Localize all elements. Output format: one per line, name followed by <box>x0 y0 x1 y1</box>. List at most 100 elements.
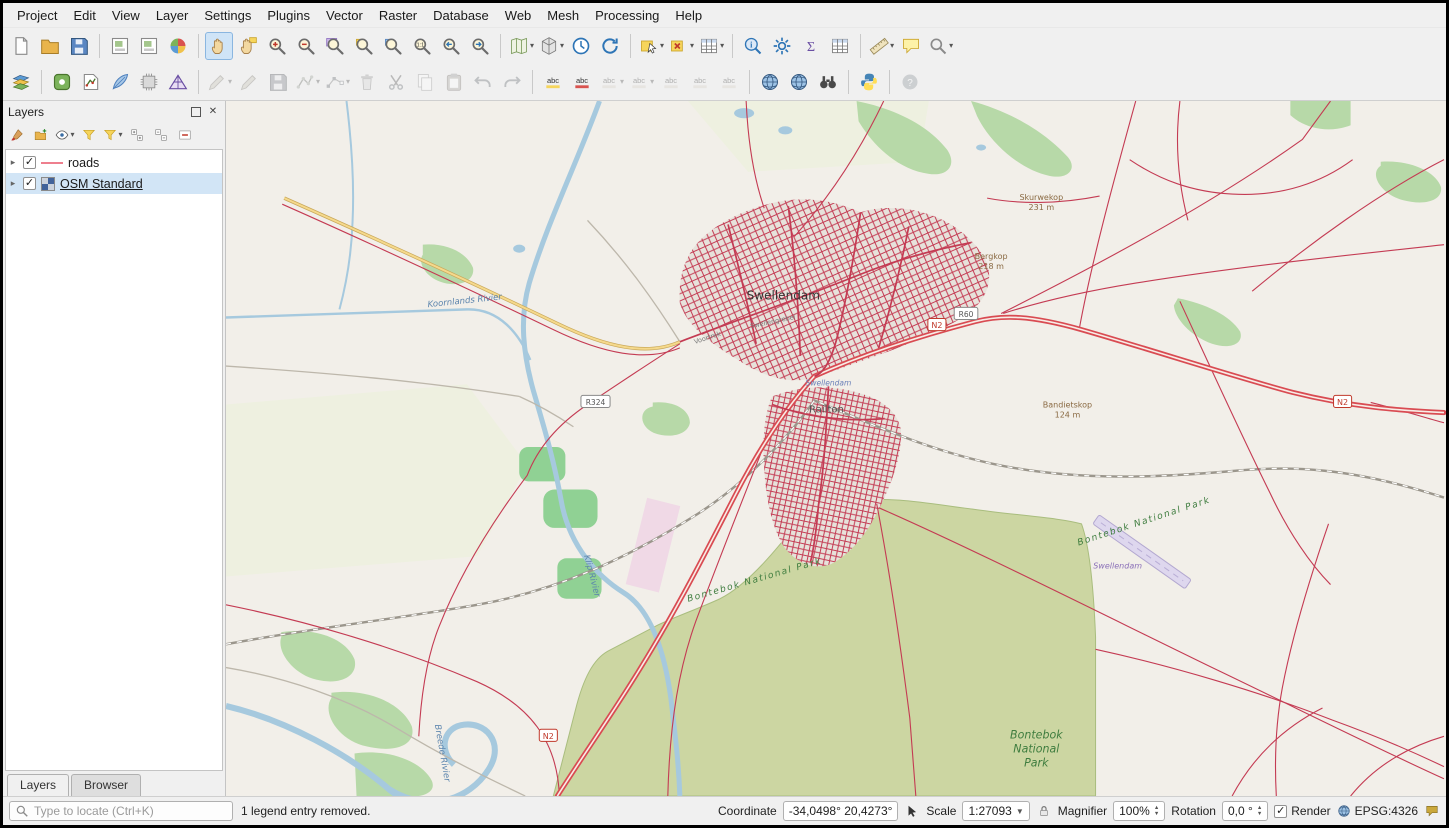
scale-combobox[interactable]: 1:27093 ▼ <box>962 801 1029 821</box>
open-layer-styling-panel-button[interactable] <box>5 123 29 147</box>
layer-visibility-checkbox[interactable]: ✓ <box>23 177 36 190</box>
expand-all-button[interactable] <box>125 123 149 147</box>
zoom-full-button[interactable] <box>321 32 349 60</box>
panel-close-button[interactable]: ✕ <box>206 105 220 119</box>
render-checkbox[interactable]: ✓ Render <box>1274 804 1330 818</box>
spinner-arrows-icon[interactable]: ▲▼ <box>1257 805 1262 817</box>
crs-indicator[interactable]: EPSG:4326 <box>1337 804 1418 818</box>
dropdown-arrow-icon[interactable]: ▾ <box>690 42 694 50</box>
coordinate-input[interactable]: -34,0498° 20,4273° <box>783 801 899 821</box>
python-console-button[interactable] <box>855 68 883 96</box>
lock-scale-button[interactable] <box>1036 803 1052 819</box>
menu-help[interactable]: Help <box>667 6 710 25</box>
dropdown-arrow-icon[interactable]: ▾ <box>530 42 534 50</box>
map-canvas[interactable]: N2N2N2R60R324 SwellendamRailtonSwellenda… <box>226 101 1446 796</box>
search-layers-button[interactable] <box>814 68 842 96</box>
menu-plugins[interactable]: Plugins <box>259 6 318 25</box>
refresh-map-button[interactable] <box>596 32 624 60</box>
statistical-summary-button[interactable] <box>797 32 825 60</box>
menu-view[interactable]: View <box>104 6 148 25</box>
new-virtual-layer-button[interactable] <box>106 68 134 96</box>
save-project-button[interactable] <box>65 32 93 60</box>
open-attribute-table-button[interactable] <box>826 32 854 60</box>
zoom-in-button[interactable] <box>263 32 291 60</box>
menu-raster[interactable]: Raster <box>371 6 425 25</box>
dropdown-arrow-icon[interactable]: ▾ <box>560 42 564 50</box>
rotation-spinbox[interactable]: 0,0 ° ▲▼ <box>1222 801 1268 821</box>
metasearch-button[interactable] <box>756 68 784 96</box>
panel-tab-layers[interactable]: Layers <box>7 774 69 796</box>
menu-vector[interactable]: Vector <box>318 6 371 25</box>
remove-layer-group-button[interactable] <box>173 123 197 147</box>
layer-visibility-checkbox[interactable]: ✓ <box>23 156 36 169</box>
menu-layer[interactable]: Layer <box>148 6 197 25</box>
locate-search-input[interactable]: Type to locate (Ctrl+K) <box>9 801 233 821</box>
menu-processing[interactable]: Processing <box>587 6 667 25</box>
zoom-next-button[interactable] <box>466 32 494 60</box>
select-by-form-button[interactable]: ▾ <box>697 32 726 60</box>
menu-web[interactable]: Web <box>497 6 540 25</box>
qgis2web-button[interactable] <box>785 68 813 96</box>
dropdown-arrow-icon[interactable]: ▾ <box>660 42 664 50</box>
toggle-extents-button[interactable] <box>904 803 920 819</box>
new-shapefile-layer-button[interactable] <box>77 68 105 96</box>
new-project-button[interactable] <box>7 32 35 60</box>
new-print-layout-button[interactable] <box>106 32 134 60</box>
menu-edit[interactable]: Edit <box>65 6 103 25</box>
layer-diagram-options-button[interactable] <box>568 68 596 96</box>
osm-place-search-button[interactable]: ▾ <box>926 32 955 60</box>
magnifier-spinbox[interactable]: 100% ▲▼ <box>1113 801 1165 821</box>
map-tips-button[interactable] <box>897 32 925 60</box>
menu-database[interactable]: Database <box>425 6 497 25</box>
dropdown-arrow-icon[interactable]: ▾ <box>228 78 232 86</box>
zoom-native-button[interactable] <box>408 32 436 60</box>
layer-expander-icon[interactable]: ▸ <box>8 157 18 168</box>
dropdown-arrow-icon[interactable]: ▾ <box>70 131 74 139</box>
collapse-all-button[interactable] <box>149 123 173 147</box>
open-data-source-manager-button[interactable] <box>7 68 35 96</box>
zoom-last-button[interactable] <box>437 32 465 60</box>
filter-legend-by-expression-button[interactable]: ▾ <box>101 123 125 147</box>
layer-labeling-options-button[interactable] <box>539 68 567 96</box>
layer-expander-icon[interactable]: ▸ <box>8 178 18 189</box>
show-layout-manager-button[interactable] <box>135 32 163 60</box>
style-manager-button[interactable] <box>164 32 192 60</box>
messages-button[interactable] <box>1424 803 1440 819</box>
deselect-features-button[interactable]: ▾ <box>667 32 696 60</box>
dropdown-arrow-icon[interactable]: ▾ <box>620 78 624 86</box>
zoom-to-layer-button[interactable] <box>379 32 407 60</box>
panel-float-button[interactable] <box>189 105 203 119</box>
dropdown-arrow-icon[interactable]: ▾ <box>890 42 894 50</box>
dropdown-arrow-icon[interactable]: ▾ <box>118 131 122 139</box>
new-geopackage-layer-button[interactable] <box>48 68 76 96</box>
layer-item-roads[interactable]: ▸✓roads <box>6 152 222 173</box>
measure-button[interactable]: ▾ <box>867 32 896 60</box>
pan-to-selection-button[interactable] <box>234 32 262 60</box>
new-mesh-layer-button[interactable] <box>164 68 192 96</box>
open-project-button[interactable] <box>36 32 64 60</box>
menu-mesh[interactable]: Mesh <box>539 6 587 25</box>
select-features-button[interactable]: ▾ <box>637 32 666 60</box>
add-group-button[interactable] <box>29 123 53 147</box>
dropdown-arrow-icon[interactable]: ▾ <box>720 42 724 50</box>
panel-tab-browser[interactable]: Browser <box>71 774 141 796</box>
manage-map-themes-button[interactable]: ▾ <box>53 123 77 147</box>
identify-features-button[interactable] <box>739 32 767 60</box>
zoom-out-button[interactable] <box>292 32 320 60</box>
new-temporary-scratch-layer-button[interactable] <box>135 68 163 96</box>
dropdown-arrow-icon[interactable]: ▾ <box>316 78 320 86</box>
menu-settings[interactable]: Settings <box>196 6 259 25</box>
spinner-arrows-icon[interactable]: ▲▼ <box>1154 805 1159 817</box>
dropdown-arrow-icon[interactable]: ▾ <box>650 78 654 86</box>
zoom-to-selection-button[interactable] <box>350 32 378 60</box>
dropdown-arrow-icon[interactable]: ▾ <box>346 78 350 86</box>
temporal-controller-button[interactable] <box>567 32 595 60</box>
new-map-view-button[interactable]: ▾ <box>507 32 536 60</box>
menu-project[interactable]: Project <box>9 6 65 25</box>
filter-legend-by-map-content-button[interactable] <box>77 123 101 147</box>
processing-toolbox-button[interactable] <box>768 32 796 60</box>
layer-item-osm-standard[interactable]: ▸✓OSM Standard <box>6 173 222 194</box>
dropdown-arrow-icon[interactable]: ▾ <box>949 42 953 50</box>
pan-map-button[interactable] <box>205 32 233 60</box>
new-3d-map-view-button[interactable]: ▾ <box>537 32 566 60</box>
